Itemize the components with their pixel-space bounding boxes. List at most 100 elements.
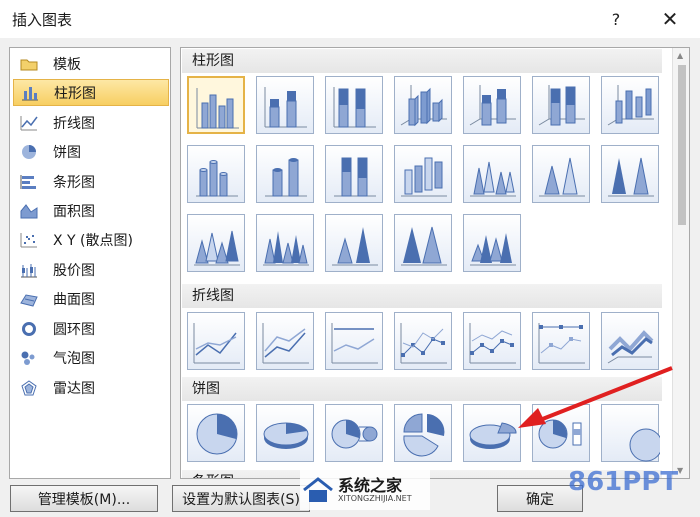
column-chart-icon xyxy=(20,84,40,102)
sidebar-item-templates[interactable]: 模板 xyxy=(13,50,169,77)
chart-thumb-100-stacked-line[interactable] xyxy=(325,312,383,370)
chart-thumb-3d-column[interactable] xyxy=(601,76,659,134)
chart-type-list: 模板 柱形图 折线图 饼图 条形图 面积图 X Y (散点图) 股价图 曲面图 … xyxy=(9,47,171,479)
radar-chart-icon xyxy=(19,379,39,397)
watermark-url: XITONGZHIJIA.NET xyxy=(338,494,412,503)
3d-column-icon xyxy=(607,85,654,126)
help-button[interactable]: ? xyxy=(596,4,636,34)
chart-thumb-clustered-pyramid[interactable] xyxy=(256,214,314,272)
percent-stacked-cone-icon xyxy=(608,157,654,197)
3d-pyramid-icon xyxy=(470,233,516,266)
chart-thumb-pie-of-pie[interactable] xyxy=(325,404,383,462)
3d-cylinder-icon xyxy=(401,157,447,197)
chart-thumb-100-stacked-cone[interactable] xyxy=(601,145,659,203)
stacked-cone-icon xyxy=(539,157,585,197)
sidebar-item-label: 雷达图 xyxy=(53,380,95,397)
sidebar-item-pie[interactable]: 饼图 xyxy=(13,138,169,165)
percent-stacked-line-icon xyxy=(331,323,378,364)
chart-thumb-clustered-column[interactable] xyxy=(187,76,245,134)
chart-thumb-pie[interactable] xyxy=(187,404,245,462)
watermark-left: 系统之家 XITONGZHIJIA.NET xyxy=(300,470,430,510)
exploded-pie-icon xyxy=(403,413,445,457)
3d-stacked-column-icon xyxy=(469,85,516,126)
chart-thumb-clustered-cylinder[interactable] xyxy=(187,145,245,203)
line-chart-thumb-icon xyxy=(193,323,240,364)
scatter-chart-icon xyxy=(19,231,39,249)
dialog-body: 模板 柱形图 折线图 饼图 条形图 面积图 X Y (散点图) 股价图 曲面图 … xyxy=(0,38,700,517)
annotation-arrow-icon xyxy=(518,366,673,428)
chart-thumb-stacked-pyramid[interactable] xyxy=(325,214,383,272)
chart-thumb-100-stacked-cylinder[interactable] xyxy=(325,145,383,203)
stacked-column-icon xyxy=(264,87,307,128)
section-column-header: 柱形图 xyxy=(182,49,662,73)
area-chart-icon xyxy=(19,202,39,220)
pie-chart-icon xyxy=(19,143,39,161)
stacked-pyramid-icon xyxy=(332,227,378,266)
chart-thumb-clustered-cone[interactable] xyxy=(463,145,521,203)
sidebar-item-bar[interactable]: 条形图 xyxy=(13,168,169,195)
sidebar-item-column[interactable]: 柱形图 xyxy=(13,79,169,106)
chart-thumb-3d-100-stacked-column[interactable] xyxy=(532,76,590,134)
stock-chart-icon xyxy=(19,261,39,279)
sidebar-item-radar[interactable]: 雷达图 xyxy=(13,374,169,401)
sidebar-item-label: 曲面图 xyxy=(53,291,95,308)
manage-templates-button[interactable]: 管理模板(M)... xyxy=(10,485,158,512)
pyramid-chart-icon xyxy=(263,231,309,266)
watermark-brand-right: 861PPT xyxy=(568,467,679,497)
bubble-chart-icon xyxy=(19,349,39,367)
3d-percent-stacked-column-icon xyxy=(538,85,585,126)
surface-chart-icon xyxy=(19,290,39,308)
window-title: 插入图表 xyxy=(12,11,73,29)
chart-thumb-stacked-line[interactable] xyxy=(256,312,314,370)
chart-thumb-3d-cone[interactable] xyxy=(187,214,245,272)
sidebar-item-doughnut[interactable]: 圆环图 xyxy=(13,315,169,342)
chart-thumb-exploded-pie[interactable] xyxy=(394,404,452,462)
sidebar-item-label: 折线图 xyxy=(53,115,95,132)
chart-thumb-3d-stacked-column[interactable] xyxy=(463,76,521,134)
scroll-up-icon[interactable]: ▲ xyxy=(677,51,683,60)
house-logo-icon xyxy=(303,477,333,502)
line-markers-icon xyxy=(400,323,447,364)
sidebar-item-scatter[interactable]: X Y (散点图) xyxy=(13,226,169,253)
sidebar-item-stock[interactable]: 股价图 xyxy=(13,256,169,283)
sidebar-item-surface[interactable]: 曲面图 xyxy=(13,285,169,312)
sidebar-item-label: 股价图 xyxy=(53,262,95,279)
percent-stacked-column-icon xyxy=(333,87,376,128)
sidebar-item-line[interactable]: 折线图 xyxy=(13,109,169,136)
pie-thumb-icon xyxy=(196,413,238,455)
close-button[interactable]: ✕ xyxy=(650,4,690,34)
chart-thumb-3d-pie[interactable] xyxy=(256,404,314,462)
folder-icon xyxy=(19,55,39,73)
stacked-line-icon xyxy=(262,323,309,364)
sidebar-item-label: 柱形图 xyxy=(54,85,96,102)
chart-thumb-stacked-cone[interactable] xyxy=(532,145,590,203)
chart-thumb-3d-clustered-column[interactable] xyxy=(394,76,452,134)
percent-stacked-pyramid-icon xyxy=(401,226,447,266)
chart-thumb-line[interactable] xyxy=(187,312,245,370)
stacked-cylinder-icon xyxy=(265,158,307,197)
chart-thumb-100-stacked-column[interactable] xyxy=(325,76,383,134)
pie-of-pie-icon xyxy=(331,419,378,449)
cylinder-chart-icon xyxy=(196,160,238,197)
sidebar-item-label: 模板 xyxy=(53,56,81,73)
3d-pie-icon xyxy=(263,422,309,449)
chart-thumb-3d-pyramid[interactable] xyxy=(463,214,521,272)
sidebar-item-label: 面积图 xyxy=(53,203,95,220)
title-bar: 插入图表 ? ✕ xyxy=(0,0,700,38)
watermark-right: 861PPT xyxy=(568,463,694,503)
chart-thumb-stacked-cylinder[interactable] xyxy=(256,145,314,203)
watermark-brand: 系统之家 xyxy=(338,476,403,495)
chart-thumb-stacked-column[interactable] xyxy=(256,76,314,134)
set-default-chart-button[interactable]: 设置为默认图表(S) xyxy=(172,485,310,512)
doughnut-chart-icon xyxy=(19,320,39,338)
line-chart-icon xyxy=(19,114,39,132)
sidebar-item-label: X Y (散点图) xyxy=(53,232,133,249)
sidebar-item-label: 饼图 xyxy=(53,144,81,161)
sidebar-item-bubble[interactable]: 气泡图 xyxy=(13,344,169,371)
sidebar-item-area[interactable]: 面积图 xyxy=(13,197,169,224)
chart-thumb-line-markers[interactable] xyxy=(394,312,452,370)
scroll-thumb[interactable] xyxy=(678,65,686,225)
3d-clustered-column-icon xyxy=(400,85,447,127)
chart-thumb-100-stacked-pyramid[interactable] xyxy=(394,214,452,272)
chart-thumb-3d-cylinder[interactable] xyxy=(394,145,452,203)
